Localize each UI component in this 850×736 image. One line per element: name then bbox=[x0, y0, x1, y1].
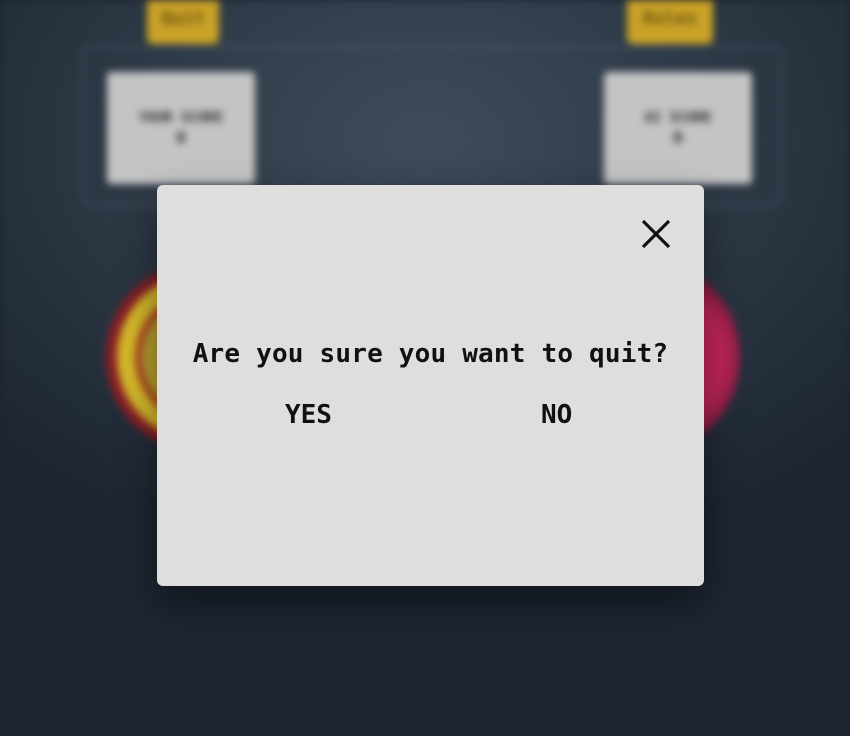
quit-button: Quit bbox=[147, 0, 219, 44]
quit-confirm-dialog: Are you sure you want to quit? YES NO bbox=[157, 185, 704, 586]
yes-button[interactable]: YES bbox=[285, 395, 332, 435]
ai-score-box: AI SCORE 0 bbox=[604, 72, 752, 184]
player-score-value: 0 bbox=[176, 127, 186, 147]
ai-score-value: 0 bbox=[673, 127, 683, 147]
rules-button: Rules bbox=[627, 0, 713, 44]
player-score-box: YOUR SCORE 0 bbox=[107, 72, 255, 184]
no-button[interactable]: NO bbox=[541, 395, 572, 435]
ai-score-label: AI SCORE bbox=[644, 109, 712, 126]
quit-question: Are you sure you want to quit? bbox=[192, 339, 669, 369]
player-score-label: YOUR SCORE bbox=[138, 109, 224, 126]
close-icon[interactable] bbox=[637, 215, 675, 253]
